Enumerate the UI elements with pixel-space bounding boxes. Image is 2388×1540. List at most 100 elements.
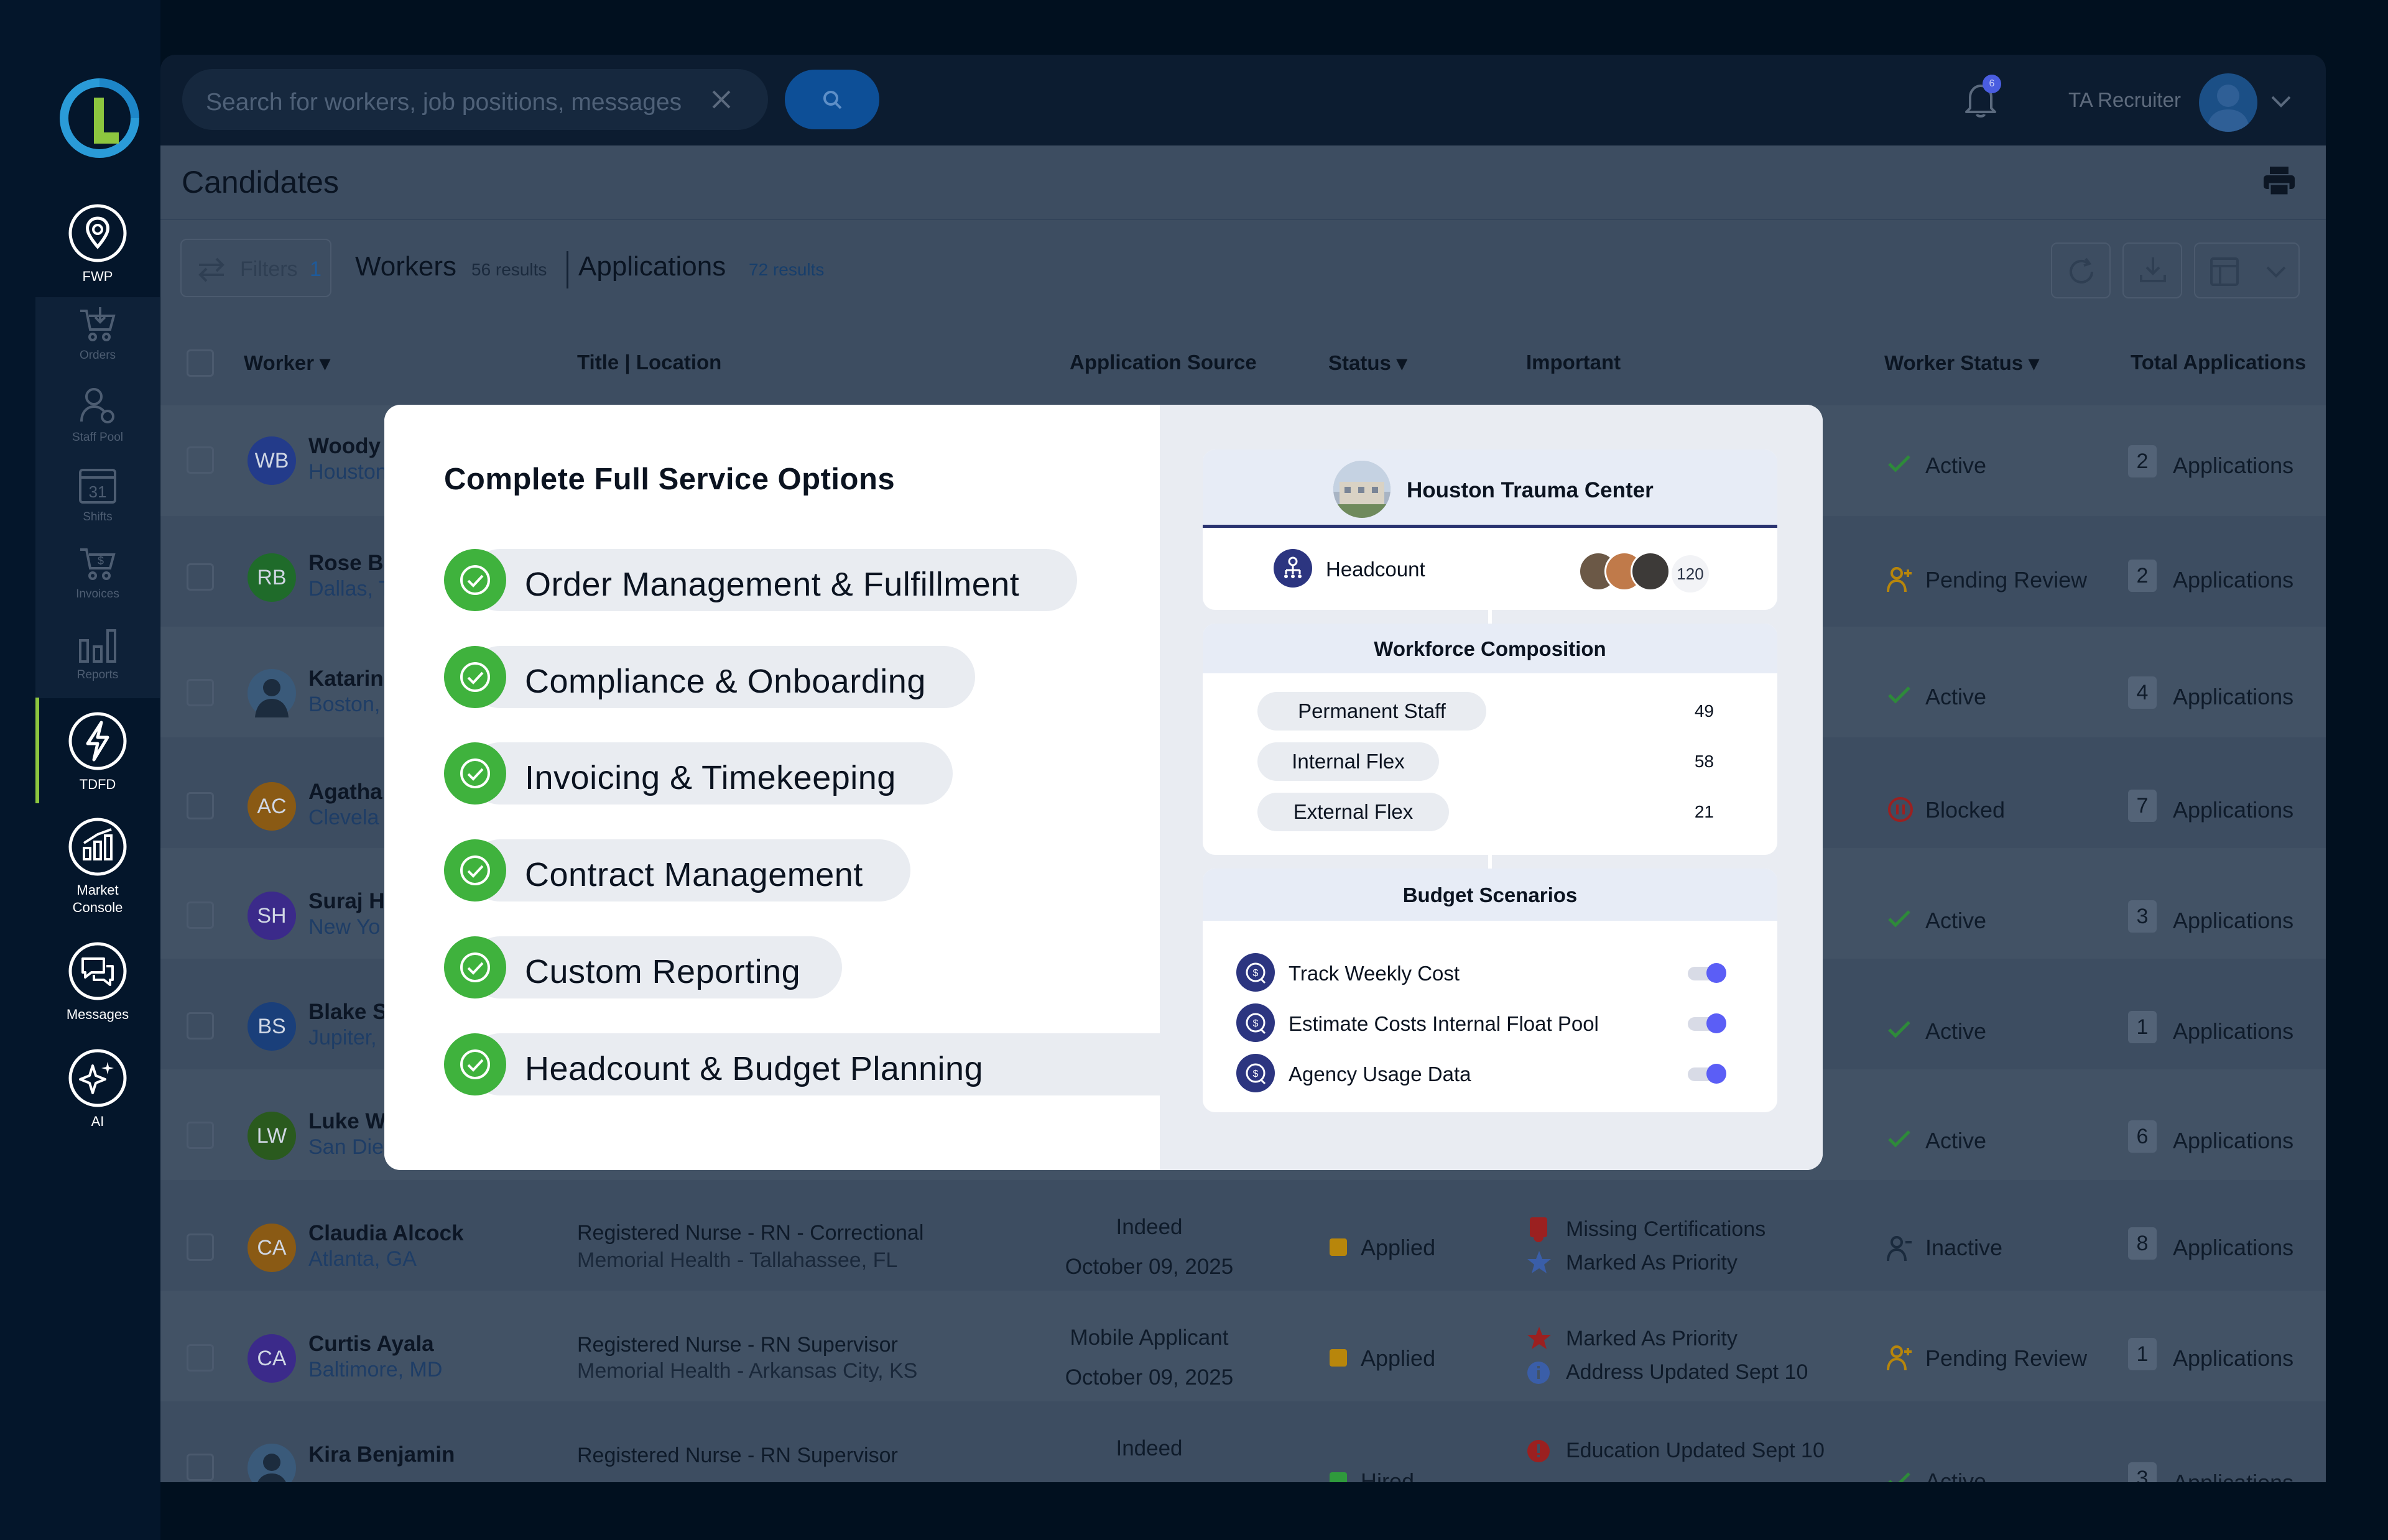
worker-name[interactable]: Suraj H <box>308 889 385 914</box>
sidebar-item-market-console[interactable]: Market Console <box>35 816 160 916</box>
select-all-checkbox[interactable] <box>187 349 214 377</box>
avatar: CA <box>248 1334 296 1383</box>
svg-text:31: 31 <box>89 482 107 501</box>
cost-estimate-icon: $ <box>1236 1003 1275 1042</box>
filters-button[interactable]: Filters 1 <box>180 239 331 297</box>
total-applications-label[interactable]: Applications <box>2173 1345 2293 1372</box>
row-checkbox[interactable] <box>187 446 214 474</box>
filters-label: Filters <box>240 257 298 281</box>
row-checkbox[interactable] <box>187 1122 214 1149</box>
sidebar-item-shifts[interactable]: 31 Shifts <box>35 465 160 526</box>
worker-name[interactable]: Katarin <box>308 666 384 691</box>
column-header-worker[interactable]: Worker ▾ <box>244 351 330 375</box>
worker-name[interactable]: Luke W <box>308 1109 386 1134</box>
check-circle-icon <box>444 936 506 998</box>
application-source: Mobile Applicant <box>1070 1326 1229 1350</box>
sidebar-item-invoices[interactable]: $ Invoices <box>35 545 160 603</box>
total-applications-label[interactable]: Applications <box>2173 1018 2293 1044</box>
tab-workers[interactable]: Workers <box>355 251 456 282</box>
total-applications-count: 1 <box>2128 1338 2157 1370</box>
total-applications-label[interactable]: Applications <box>2173 1470 2293 1482</box>
sidebar-item-staff-pool[interactable]: Staff Pool <box>35 385 160 446</box>
table-row[interactable]: CA Curtis Ayala Baltimore, MD Registered… <box>160 1291 2326 1401</box>
job-title[interactable]: Registered Nurse - RN Supervisor <box>577 1333 898 1357</box>
svg-text:$: $ <box>1253 1069 1259 1079</box>
total-applications-count: 4 <box>2128 676 2157 709</box>
row-checkbox[interactable] <box>187 1344 214 1372</box>
sidebar-item-orders[interactable]: Orders <box>35 306 160 364</box>
table-row[interactable]: CA Claudia Alcock Atlanta, GA Registered… <box>160 1180 2326 1291</box>
cart-icon <box>80 307 116 341</box>
columns-layout-button[interactable] <box>2194 242 2300 298</box>
workforce-title: Workforce Composition <box>1374 637 1606 660</box>
total-applications-label[interactable]: Applications <box>2173 1128 2293 1154</box>
worker-location: Jupiter, <box>308 1026 377 1049</box>
search-button[interactable] <box>785 70 879 129</box>
worker-location: Baltimore, MD <box>308 1358 443 1381</box>
toggle-knob <box>1706 1013 1726 1033</box>
total-applications-count: 8 <box>2128 1227 2157 1260</box>
print-icon[interactable] <box>2262 164 2296 198</box>
worker-name[interactable]: Kira Benjamin <box>308 1442 455 1467</box>
application-date: October 09, 2025 <box>1065 1255 1234 1279</box>
workforce-pill: Permanent Staff <box>1257 692 1486 731</box>
worker-name[interactable]: Claudia Alcock <box>308 1221 464 1246</box>
budget-toggle[interactable] <box>1688 963 1726 983</box>
facility-card: Houston Trauma Center Headcount 120 <box>1203 450 1777 610</box>
budget-toggle[interactable] <box>1688 1013 1726 1033</box>
sidebar-label: TDFD <box>79 777 116 792</box>
total-applications-label[interactable]: Applications <box>2173 684 2293 710</box>
row-checkbox[interactable] <box>187 792 214 819</box>
worker-name[interactable]: Curtis Ayala <box>308 1332 434 1357</box>
worker-status: Active <box>1925 1018 1987 1044</box>
app-logo[interactable] <box>59 78 140 159</box>
column-header-worker-status[interactable]: Worker Status ▾ <box>1884 351 2039 375</box>
table-row[interactable]: Kira Benjamin Registered Nurse - RN Supe… <box>160 1401 2326 1482</box>
worker-name[interactable]: Agatha <box>308 780 382 805</box>
clear-search-icon[interactable] <box>708 86 734 113</box>
sidebar-item-tdfd[interactable]: TDFD <box>35 710 160 793</box>
download-icon <box>2140 257 2166 282</box>
sidebar-item-messages[interactable]: Messages <box>35 940 160 1023</box>
row-checkbox[interactable] <box>187 1233 214 1261</box>
check-circle-icon <box>444 1033 506 1095</box>
job-title[interactable]: Registered Nurse - RN Supervisor <box>577 1444 898 1468</box>
worker-location: New Yo <box>308 915 381 939</box>
search-input[interactable]: Search for workers, job positions, messa… <box>182 69 768 130</box>
staff-icon <box>80 388 114 423</box>
download-button[interactable] <box>2122 242 2182 298</box>
avatar: SH <box>248 892 296 940</box>
sidebar-item-ai[interactable]: AI <box>35 1047 160 1130</box>
budget-toggle[interactable] <box>1688 1064 1726 1084</box>
row-checkbox[interactable] <box>187 1012 214 1040</box>
check-circle-icon <box>444 646 506 708</box>
job-title[interactable]: Registered Nurse - RN - Correctional <box>577 1221 923 1245</box>
user-avatar[interactable] <box>2199 73 2257 132</box>
total-applications-label[interactable]: Applications <box>2173 567 2293 593</box>
column-header-status[interactable]: Status ▾ <box>1328 351 1407 375</box>
worker-name[interactable]: Blake S <box>308 1000 387 1025</box>
sidebar-item-reports[interactable]: Reports <box>35 628 160 684</box>
tab-applications[interactable]: Applications <box>578 251 726 282</box>
refresh-button[interactable] <box>2051 242 2111 298</box>
worker-name[interactable]: Rose Br <box>308 551 392 576</box>
sidebar-item-fwp[interactable]: FWP <box>35 202 160 285</box>
toggle-knob <box>1706 963 1726 983</box>
worker-status: Active <box>1925 684 1987 709</box>
row-checkbox[interactable] <box>187 563 214 591</box>
user-role[interactable]: TA Recruiter <box>2068 88 2181 112</box>
total-applications-label[interactable]: Applications <box>2173 797 2293 823</box>
row-checkbox[interactable] <box>187 1454 214 1481</box>
service-item[interactable]: Headcount & Budget Planning <box>444 1033 1160 1095</box>
worker-status: Active <box>1925 1128 1987 1153</box>
total-applications-label[interactable]: Applications <box>2173 1235 2293 1261</box>
total-applications-label[interactable]: Applications <box>2173 908 2293 934</box>
priority-star-icon <box>1527 1251 1551 1273</box>
worker-name[interactable]: Woody <box>308 434 381 459</box>
row-checkbox[interactable] <box>187 901 214 929</box>
total-applications-label[interactable]: Applications <box>2173 453 2293 479</box>
job-facility: Memorial Health - Arkansas City, KS <box>577 1359 918 1383</box>
chevron-down-icon[interactable] <box>2269 92 2293 109</box>
alert-icon <box>1527 1440 1550 1462</box>
row-checkbox[interactable] <box>187 679 214 706</box>
